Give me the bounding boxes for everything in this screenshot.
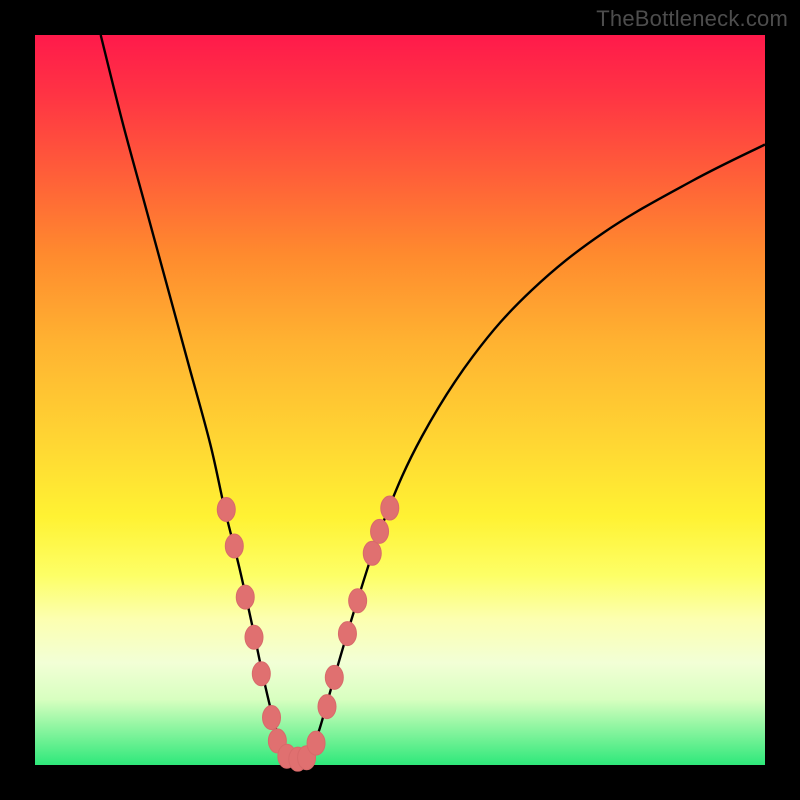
curve-left-branch bbox=[101, 35, 287, 758]
marker-dot bbox=[225, 534, 243, 558]
chart-plot-area bbox=[35, 35, 765, 765]
chart-svg bbox=[35, 35, 765, 765]
marker-dot bbox=[349, 589, 367, 613]
marker-dot bbox=[371, 519, 389, 543]
curve-markers bbox=[217, 496, 399, 771]
marker-dot bbox=[307, 731, 325, 755]
marker-dot bbox=[363, 541, 381, 565]
marker-dot bbox=[263, 706, 281, 730]
chart-frame: TheBottleneck.com bbox=[0, 0, 800, 800]
watermark-text: TheBottleneck.com bbox=[596, 6, 788, 32]
marker-dot bbox=[236, 585, 254, 609]
marker-dot bbox=[245, 625, 263, 649]
curve-right-branch bbox=[309, 145, 765, 758]
marker-dot bbox=[252, 662, 270, 686]
marker-dot bbox=[381, 496, 399, 520]
marker-dot bbox=[325, 665, 343, 689]
marker-dot bbox=[338, 622, 356, 646]
marker-dot bbox=[318, 695, 336, 719]
marker-dot bbox=[217, 498, 235, 522]
